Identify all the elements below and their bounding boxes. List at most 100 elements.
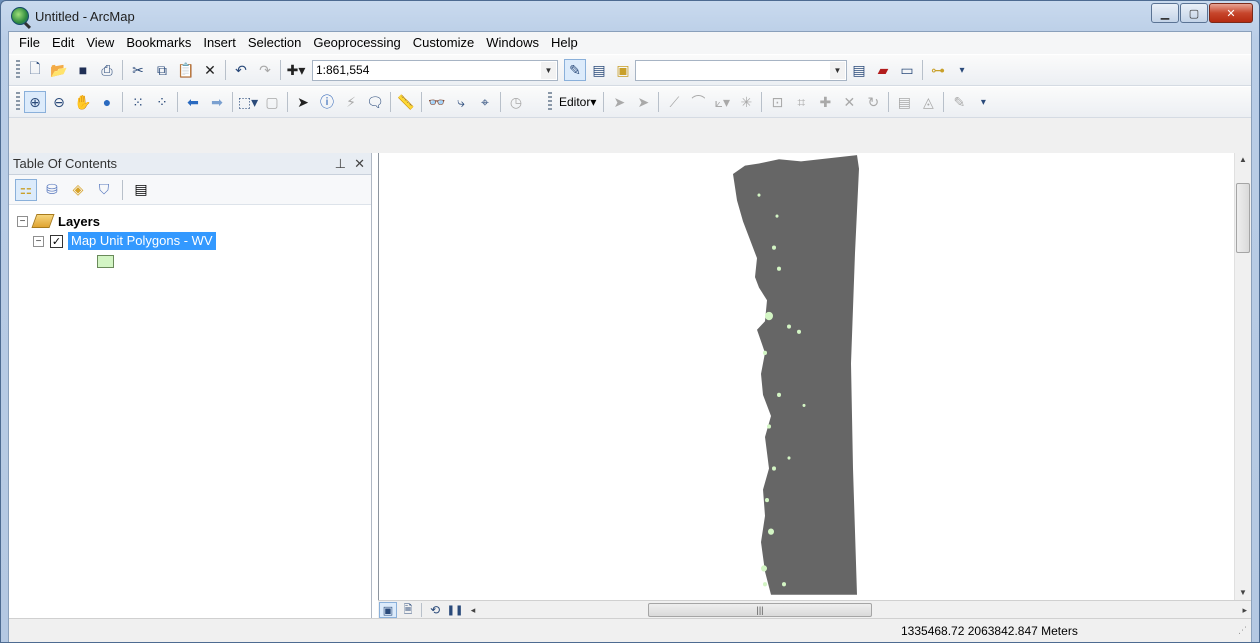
menu-bookmarks[interactable]: Bookmarks [120,33,197,53]
zoom-in-icon[interactable]: ⊕ [24,91,46,113]
map-canvas[interactable] [378,153,1233,600]
editor-menu-button[interactable]: Editor▾ [555,95,600,109]
open-folder-icon[interactable]: 📂 [48,59,70,81]
undo-icon[interactable]: ↶ [230,59,252,81]
map-scale-combo[interactable]: 1:861,554 ▼ [312,59,558,81]
search-window-icon[interactable]: ▤ [848,59,870,81]
refresh-icon[interactable]: ⟲ [426,602,444,618]
save-icon[interactable]: ■ [72,59,94,81]
arctoolbox-icon[interactable]: ▰ [872,59,894,81]
menu-geoprocessing[interactable]: Geoprocessing [307,33,406,53]
back-extent-icon[interactable]: ⬅ [182,91,204,113]
menu-file[interactable]: File [13,33,46,53]
edit-annotation-icon[interactable]: ➤ [632,91,654,113]
menu-view[interactable]: View [80,33,120,53]
point-icon[interactable]: ✳ [735,91,757,113]
collapse-icon[interactable]: − [33,235,44,247]
edit-vertices-icon[interactable]: ⊡ [766,91,788,113]
vertical-scroll-thumb[interactable] [1236,183,1250,253]
menu-selection[interactable]: Selection [242,33,307,53]
end-point-arc-icon[interactable]: ⌒ [687,91,709,113]
toolbar-grip[interactable] [16,92,20,112]
create-features-icon[interactable]: ✎ [948,91,970,113]
zoom-out-icon[interactable]: ⊖ [48,91,70,113]
attributes-icon[interactable]: ▤ [893,91,915,113]
scroll-right-icon[interactable]: ▸ [1242,605,1247,616]
rotate-icon[interactable]: ↻ [862,91,884,113]
layer-name[interactable]: Map Unit Polygons - WV [68,232,216,250]
forward-extent-icon[interactable]: ➡ [206,91,228,113]
print-icon[interactable]: ⎙ [96,59,118,81]
layer-selector-combo[interactable]: ▼ [635,59,847,81]
measure-icon[interactable]: 📏 [395,91,417,113]
polygon-symbol-swatch[interactable] [97,254,114,268]
toolbar-grip[interactable] [16,60,20,80]
list-by-drawing-order-icon[interactable]: ⚏ [15,178,37,201]
find-route-icon[interactable]: ⤷ [450,91,472,113]
add-data-icon[interactable]: ✚▾ [285,59,307,81]
scroll-up-icon[interactable]: ▲ [1235,153,1251,167]
minimize-button[interactable]: ▁ [1151,3,1179,23]
catalog-window-icon[interactable]: ▣ [612,59,634,81]
layers-dataframe-row[interactable]: − Layers [17,211,371,231]
close-icon[interactable]: ✕ [354,156,365,172]
pan-hand-icon[interactable]: ✋ [72,91,94,113]
list-by-selection-icon[interactable]: ⛉ [93,179,115,201]
menu-edit[interactable]: Edit [46,33,80,53]
toc-options-icon[interactable]: ▤ [130,179,152,201]
toolbar-options-icon[interactable]: ▾ [951,59,973,81]
chevron-down-icon[interactable]: ▼ [541,61,556,79]
fixed-zoom-out-icon[interactable]: ⁘ [151,91,173,113]
go-to-xy-icon[interactable]: ⌖ [474,91,496,113]
clear-selection-icon[interactable]: ▢ [261,91,283,113]
html-popup-icon[interactable]: 🗨 [364,91,386,113]
menu-help[interactable]: Help [545,33,584,53]
copy-icon[interactable]: ⧉ [151,59,173,81]
new-document-icon[interactable]: 🗋 [24,59,46,81]
vertical-scrollbar[interactable]: ▲ ▼ [1234,153,1251,600]
toolbar-options-icon[interactable]: ▾ [972,91,994,113]
menu-windows[interactable]: Windows [480,33,545,53]
cut-icon[interactable]: ✂ [127,59,149,81]
identify-icon[interactable]: ⓘ [316,91,338,113]
toc-window-icon[interactable]: ▤ [588,59,610,81]
find-binoculars-icon[interactable]: 👓 [426,91,448,113]
horizontal-scroll-thumb[interactable]: ||| [648,603,872,617]
full-extent-icon[interactable]: ● [96,91,118,113]
layer-row[interactable]: − ✓ Map Unit Polygons - WV [17,231,371,251]
time-slider-icon[interactable]: ◷ [505,91,527,113]
cut-polygons-icon[interactable]: ✚ [814,91,836,113]
menu-insert[interactable]: Insert [197,33,242,53]
layer-visibility-checkbox[interactable]: ✓ [50,234,63,248]
list-by-visibility-icon[interactable]: ◈ [67,179,89,201]
data-view-icon[interactable]: ▣ [379,602,397,618]
trace-icon[interactable]: ⟀▾ [711,91,733,113]
modelbuilder-icon[interactable]: ⊶ [927,59,949,81]
scroll-down-icon[interactable]: ▼ [1235,586,1251,600]
close-button[interactable]: ✕ [1209,3,1253,23]
layout-view-icon[interactable]: 🗎 [399,602,417,618]
delete-icon[interactable]: ✕ [199,59,221,81]
chevron-down-icon[interactable]: ▼ [830,61,845,79]
edit-tool-icon[interactable]: ➤ [608,91,630,113]
pin-icon[interactable]: ⊥ [335,156,346,172]
redo-icon[interactable]: ↷ [254,59,276,81]
maximize-button[interactable]: ▢ [1180,3,1208,23]
hyperlink-icon[interactable]: ⚡ [340,91,362,113]
fixed-zoom-in-icon[interactable]: ⁙ [127,91,149,113]
scroll-left-icon[interactable]: ◂ [466,602,480,618]
menu-customize[interactable]: Customize [407,33,480,53]
straight-segment-icon[interactable]: ⟋ [663,91,685,113]
collapse-icon[interactable]: − [17,215,28,227]
list-by-source-icon[interactable]: ⛁ [41,179,63,201]
select-elements-icon[interactable]: ➤ [292,91,314,113]
python-window-icon[interactable]: ▭ [896,59,918,81]
reshape-icon[interactable]: ⌗ [790,91,812,113]
pause-drawing-icon[interactable]: ❚❚ [446,602,464,618]
resize-grip-icon[interactable]: ⋰ [1238,625,1247,636]
sketch-properties-icon[interactable]: ◬ [917,91,939,113]
toolbar-grip[interactable] [548,92,552,112]
paste-icon[interactable]: 📋 [175,59,197,81]
select-features-icon[interactable]: ⬚▾ [237,91,259,113]
split-icon[interactable]: ✕ [838,91,860,113]
